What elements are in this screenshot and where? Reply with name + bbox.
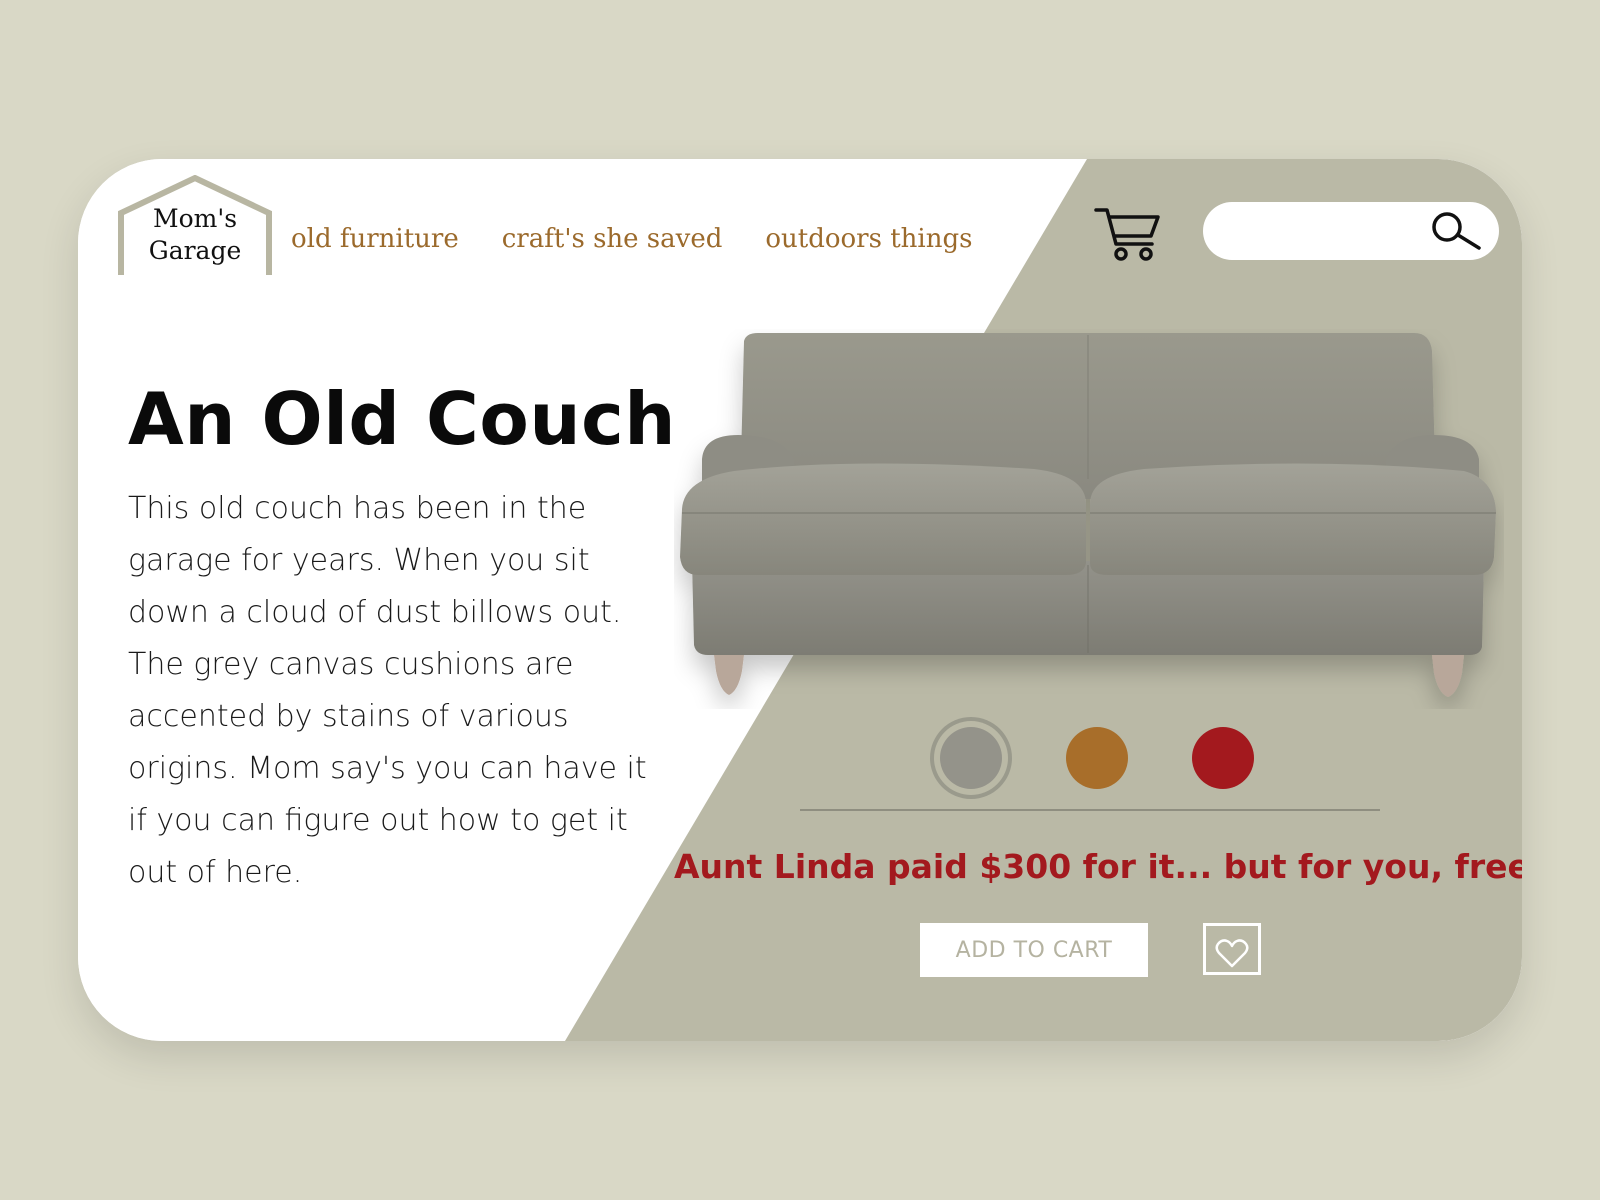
- color-swatch-grey[interactable]: [940, 727, 1002, 789]
- color-swatch-red[interactable]: [1192, 727, 1254, 789]
- brand-logo[interactable]: Mom's Garage: [118, 175, 272, 277]
- product-card: Mom's Garage old furniture craft's she s…: [78, 159, 1522, 1041]
- brand-name-line2: Garage: [148, 236, 242, 265]
- shopping-cart-icon[interactable]: [1094, 204, 1162, 262]
- product-description: This old couch has been in the garage fo…: [128, 491, 647, 890]
- magnifier-icon[interactable]: [1427, 208, 1483, 254]
- brand-name-line1: Mom's: [152, 204, 238, 233]
- brand-name: Mom's Garage: [118, 203, 272, 267]
- divider: [800, 809, 1380, 811]
- nav-item-outdoors[interactable]: outdoors things: [765, 219, 972, 259]
- add-to-cart-button[interactable]: ADD TO CART: [920, 923, 1148, 977]
- main-nav: old furniture craft's she saved outdoors…: [291, 219, 972, 259]
- color-swatches: [928, 715, 1268, 801]
- color-swatch-ochre[interactable]: [1066, 727, 1128, 789]
- couch-image: [680, 333, 1496, 697]
- search-input[interactable]: [1225, 212, 1429, 252]
- search-bar: [1203, 202, 1499, 260]
- price-promo: Aunt Linda paid $300 for it... but for y…: [674, 847, 1522, 886]
- nav-item-crafts[interactable]: craft's she saved: [502, 219, 723, 259]
- heart-icon: [1215, 938, 1249, 967]
- nav-item-old-furniture[interactable]: old furniture: [291, 219, 459, 259]
- favorite-button[interactable]: [1203, 923, 1261, 975]
- product-title: An Old Couch: [128, 377, 677, 461]
